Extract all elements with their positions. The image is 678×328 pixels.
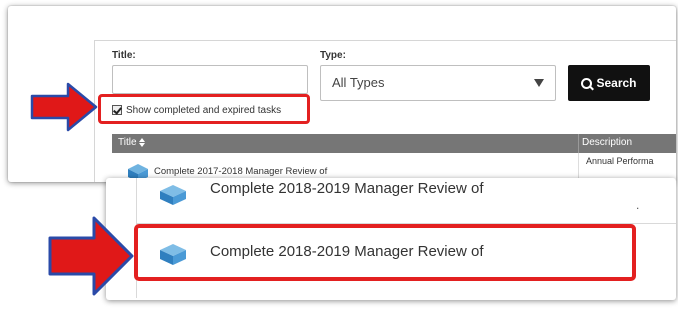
arrow-icon [30, 82, 98, 132]
search-icon [581, 77, 595, 90]
task-search-panel: Title: Type: All Types Search Show compl… [8, 6, 676, 182]
type-select-value: All Types [332, 75, 385, 90]
table-header: Title Description [112, 134, 676, 153]
row-title[interactable]: Complete 2017-2018 Manager Review of [154, 166, 327, 177]
book-icon [160, 185, 186, 205]
type-select[interactable]: All Types [320, 65, 556, 101]
caret-down-icon [534, 79, 544, 87]
row-description: Annual Performa [586, 156, 654, 166]
row-highlight-box [134, 224, 636, 281]
type-label: Type: [320, 50, 346, 61]
arrow-icon [48, 216, 134, 296]
sort-icon [138, 137, 145, 147]
title-label: Title: [112, 50, 136, 61]
checkbox-highlight-box [98, 94, 310, 124]
column-header-description[interactable]: Description [582, 137, 632, 148]
row-title[interactable]: Complete 2018-2019 Manager Review of [210, 180, 484, 197]
search-button-label: Search [596, 76, 637, 90]
title-input[interactable] [112, 65, 308, 94]
list-item[interactable]: Complete 2018-2019 Manager Review of . [136, 178, 676, 222]
search-button[interactable]: Search [568, 65, 650, 101]
column-header-title[interactable]: Title [118, 137, 145, 148]
row-description: . [636, 198, 640, 212]
